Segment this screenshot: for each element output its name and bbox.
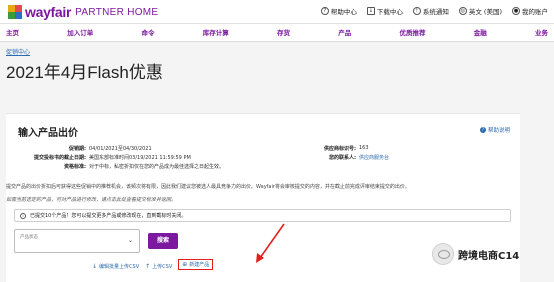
wechat-logo-icon — [432, 243, 454, 265]
watermark: 跨境电商C14 — [432, 243, 519, 265]
annotation-arrow-icon — [256, 223, 285, 263]
